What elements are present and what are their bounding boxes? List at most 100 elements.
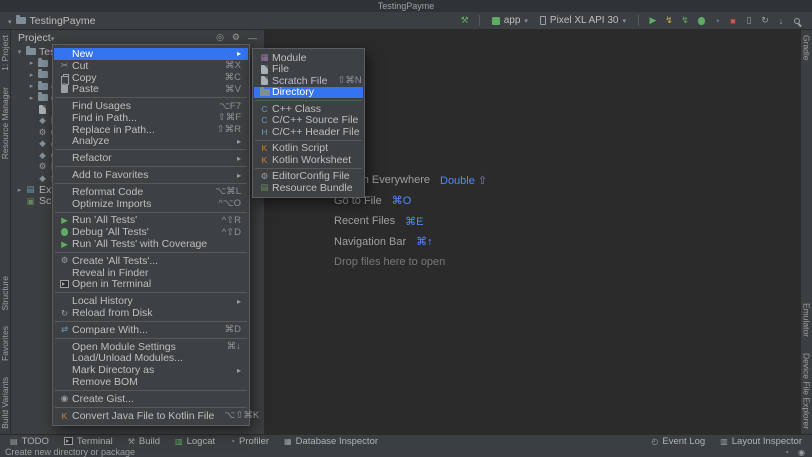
tool-window-button[interactable]: Resource Manager [0,87,10,159]
tool-window-tab-label: Build [139,436,160,447]
menu-item-label: Create 'All Tests'... [72,255,158,267]
context-menu-item[interactable]: Open Module Settings ⌘↓ ▸ [54,341,248,353]
context-menu-item[interactable]: K Convert Java File to Kotlin File ⌥⇧⌘K … [54,410,248,422]
tool-window-bar: ▤ TODO Terminal ⚒ Build ▥ Logcat ◔ Profi… [0,434,812,447]
cpp-header-icon: H [257,127,272,137]
submenu-item[interactable]: Directory ▸ [254,87,363,99]
chevron-down-icon[interactable] [51,32,55,44]
debug-icon[interactable] [694,14,708,28]
stop-icon[interactable]: ■ [726,14,740,28]
device-select[interactable]: Pixel XL API 30 [535,15,631,26]
sdk-manager-icon[interactable]: ↓ [774,14,788,28]
menu-item-label: New [72,48,93,60]
context-menu-item[interactable]: Copy ⌘C ▸ [54,72,248,84]
expand-arrow-icon[interactable]: ▸ [27,94,36,102]
tool-window-button[interactable]: Device File Explorer [802,353,812,429]
run-icon[interactable]: ▶ [646,14,660,28]
project-panel-header-icons: ◎ ⚙ — [216,32,257,43]
tool-window-button[interactable]: 1: Project [0,35,10,71]
menu-item-label: Reveal in Finder [72,267,148,279]
title-bar[interactable]: TestingPayme [0,0,812,12]
expand-arrow-icon[interactable]: ▸ [27,59,36,67]
context-menu-item[interactable]: Optimize Imports ^⌥O ▸ [54,198,248,210]
context-menu-item[interactable]: New ▸ [54,48,248,60]
context-menu-item[interactable]: Add to Favorites ▸ [54,169,248,181]
profile-icon[interactable]: ◔ [710,14,724,28]
context-menu-item[interactable]: Reveal in Finder ▸ [54,267,248,279]
submenu-item[interactable]: ▦ Module ▸ [254,52,363,64]
tool-window-button[interactable]: Build Variants [0,377,10,429]
menu-separator [55,149,247,150]
locate-icon[interactable]: ◎ [216,32,224,43]
expand-arrow-icon[interactable]: ▸ [27,71,36,79]
gradle-sync-icon[interactable]: ↻ [758,14,772,28]
expand-arrow-icon[interactable]: ▸ [15,186,24,194]
navbar-project-name[interactable]: TestingPayme [30,15,96,27]
context-menu-item[interactable]: Debug 'All Tests' ^⇧D ▸ [54,226,248,238]
right-stripe-top: Gradle [802,35,812,61]
context-menu-item[interactable]: ⇄ Compare With... ⌘D ▸ [54,324,248,336]
apply-code-changes-icon[interactable]: ↯ [678,14,692,28]
search-icon[interactable] [790,14,804,28]
run-configuration-select[interactable]: app [487,15,533,26]
submenu-item[interactable]: C C/C++ Source File ▸ [254,115,363,127]
run-icon: ▶ [57,215,72,226]
context-menu-item[interactable]: Load/Unload Modules... ▸ [54,353,248,365]
tool-window-tab[interactable]: ▥ Layout Inspector [720,436,802,447]
wrench-icon[interactable]: ⚒ [458,14,472,28]
context-menu-item[interactable]: ▶ Run 'All Tests' with Coverage ▸ [54,238,248,250]
tool-window-button[interactable]: Structure [0,276,10,311]
context-menu-item[interactable]: Remove BOM ▸ [54,376,248,388]
device-manager-icon[interactable]: ▯ [742,14,756,28]
menu-item-label: Find Usages [72,100,131,112]
context-menu-item[interactable]: ✂ Cut ⌘X ▸ [54,60,248,72]
submenu-item[interactable]: C C++ Class ▸ [254,103,363,115]
background-tasks-icon[interactable]: ◔ [784,448,789,457]
submenu-item[interactable]: ⚙ EditorConfig File ▸ [254,171,363,183]
tool-window-tab[interactable]: ⚒ Build [128,436,160,447]
notification-icon[interactable]: ◉ [798,448,805,457]
context-menu-item[interactable]: Local History ▸ [54,295,248,307]
tool-window-tab[interactable]: ▦ Database Inspector [284,436,378,447]
tool-window-button[interactable]: Emulator [802,303,812,337]
settings-gear-icon[interactable]: ⚙ [232,32,240,43]
submenu-item[interactable]: Scratch File ⇧⌘N ▸ [254,75,363,87]
context-menu-item[interactable]: Mark Directory as ▸ [54,364,248,376]
submenu-item[interactable]: K Kotlin Script ▸ [254,143,363,155]
submenu-item[interactable]: File ▸ [254,64,363,76]
context-menu-item[interactable]: ⚙ Create 'All Tests'... ▸ [54,255,248,267]
submenu-item[interactable]: ▤ Resource Bundle ▸ [254,182,363,194]
context-menu-item[interactable]: Refactor ▸ [54,152,248,164]
project-panel-title[interactable]: Project [18,32,51,44]
gradle-icon: ◆ [36,173,49,184]
context-menu-item[interactable]: Reformat Code ⌥⌘L ▸ [54,186,248,198]
context-menu-item[interactable]: Find Usages ⌥F7 ▸ [54,100,248,112]
tool-window-tab-label: Logcat [187,436,216,447]
submenu-item[interactable]: H C/C++ Header File ▸ [254,126,363,138]
context-menu-item[interactable]: ↻ Reload from Disk ▸ [54,307,248,319]
hide-icon[interactable]: — [248,33,257,43]
tool-window-tab[interactable]: Terminal [64,436,113,447]
context-menu-item[interactable]: Analyze ▸ [54,136,248,148]
tool-window-tab[interactable]: ◔ Profiler [230,436,269,447]
tool-window-button[interactable]: Gradle [802,35,812,61]
tool-window-tab[interactable]: ▥ Logcat [175,436,215,447]
tool-window-tab[interactable]: ◴ Event Log [651,436,705,447]
tool-window-button[interactable]: Favorites [0,326,10,361]
context-menu-item[interactable]: ▶ Run 'All Tests' ^⇧R ▸ [54,215,248,227]
apply-changes-icon[interactable]: ↯ [662,14,676,28]
expand-arrow-icon[interactable]: ▾ [15,48,24,56]
editorconfig-icon: ⚙ [257,171,272,182]
menu-separator [55,212,247,213]
navigation-bar[interactable]: TestingPayme [8,15,95,27]
context-menu-item[interactable]: ◉ Create Gist... ▸ [54,393,248,405]
context-menu-item[interactable]: Find in Path... ⇧⌘F ▸ [54,112,248,124]
context-menu-item[interactable]: Replace in Path... ⇧⌘R ▸ [54,124,248,136]
menu-separator [255,140,362,141]
submenu-item[interactable]: K Kotlin Worksheet ▸ [254,154,363,166]
context-menu-item[interactable]: Open in Terminal ▸ [54,279,248,291]
menu-item-label: C/C++ Source File [272,114,358,126]
tool-window-tab[interactable]: ▤ TODO [10,436,49,447]
context-menu-item[interactable]: Paste ⌘V ▸ [54,83,248,95]
expand-arrow-icon[interactable]: ▸ [27,82,36,90]
